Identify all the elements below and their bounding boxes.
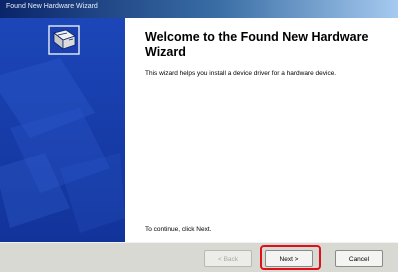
- title-bar[interactable]: Found New Hardware Wizard: [0, 0, 398, 18]
- wizard-description: This wizard helps you install a device d…: [145, 70, 337, 77]
- window-title: Found New Hardware Wizard: [6, 3, 98, 10]
- cancel-button[interactable]: Cancel: [335, 250, 383, 267]
- continue-hint: To continue, click Next.: [145, 226, 212, 233]
- next-button[interactable]: Next >: [265, 250, 313, 267]
- hardware-icon: [48, 25, 80, 55]
- wizard-heading: Welcome to the Found New Hardware Wizard: [145, 30, 369, 59]
- back-button[interactable]: < Back: [204, 250, 252, 267]
- wizard-content: Welcome to the Found New Hardware Wizard…: [125, 18, 398, 242]
- wizard-window: Found New Hardware Wizard Welcome to the…: [0, 0, 398, 272]
- wizard-side-panel: [0, 18, 125, 242]
- side-panel-graphic: [0, 18, 125, 242]
- button-bar: < Back Next > Cancel: [0, 242, 398, 272]
